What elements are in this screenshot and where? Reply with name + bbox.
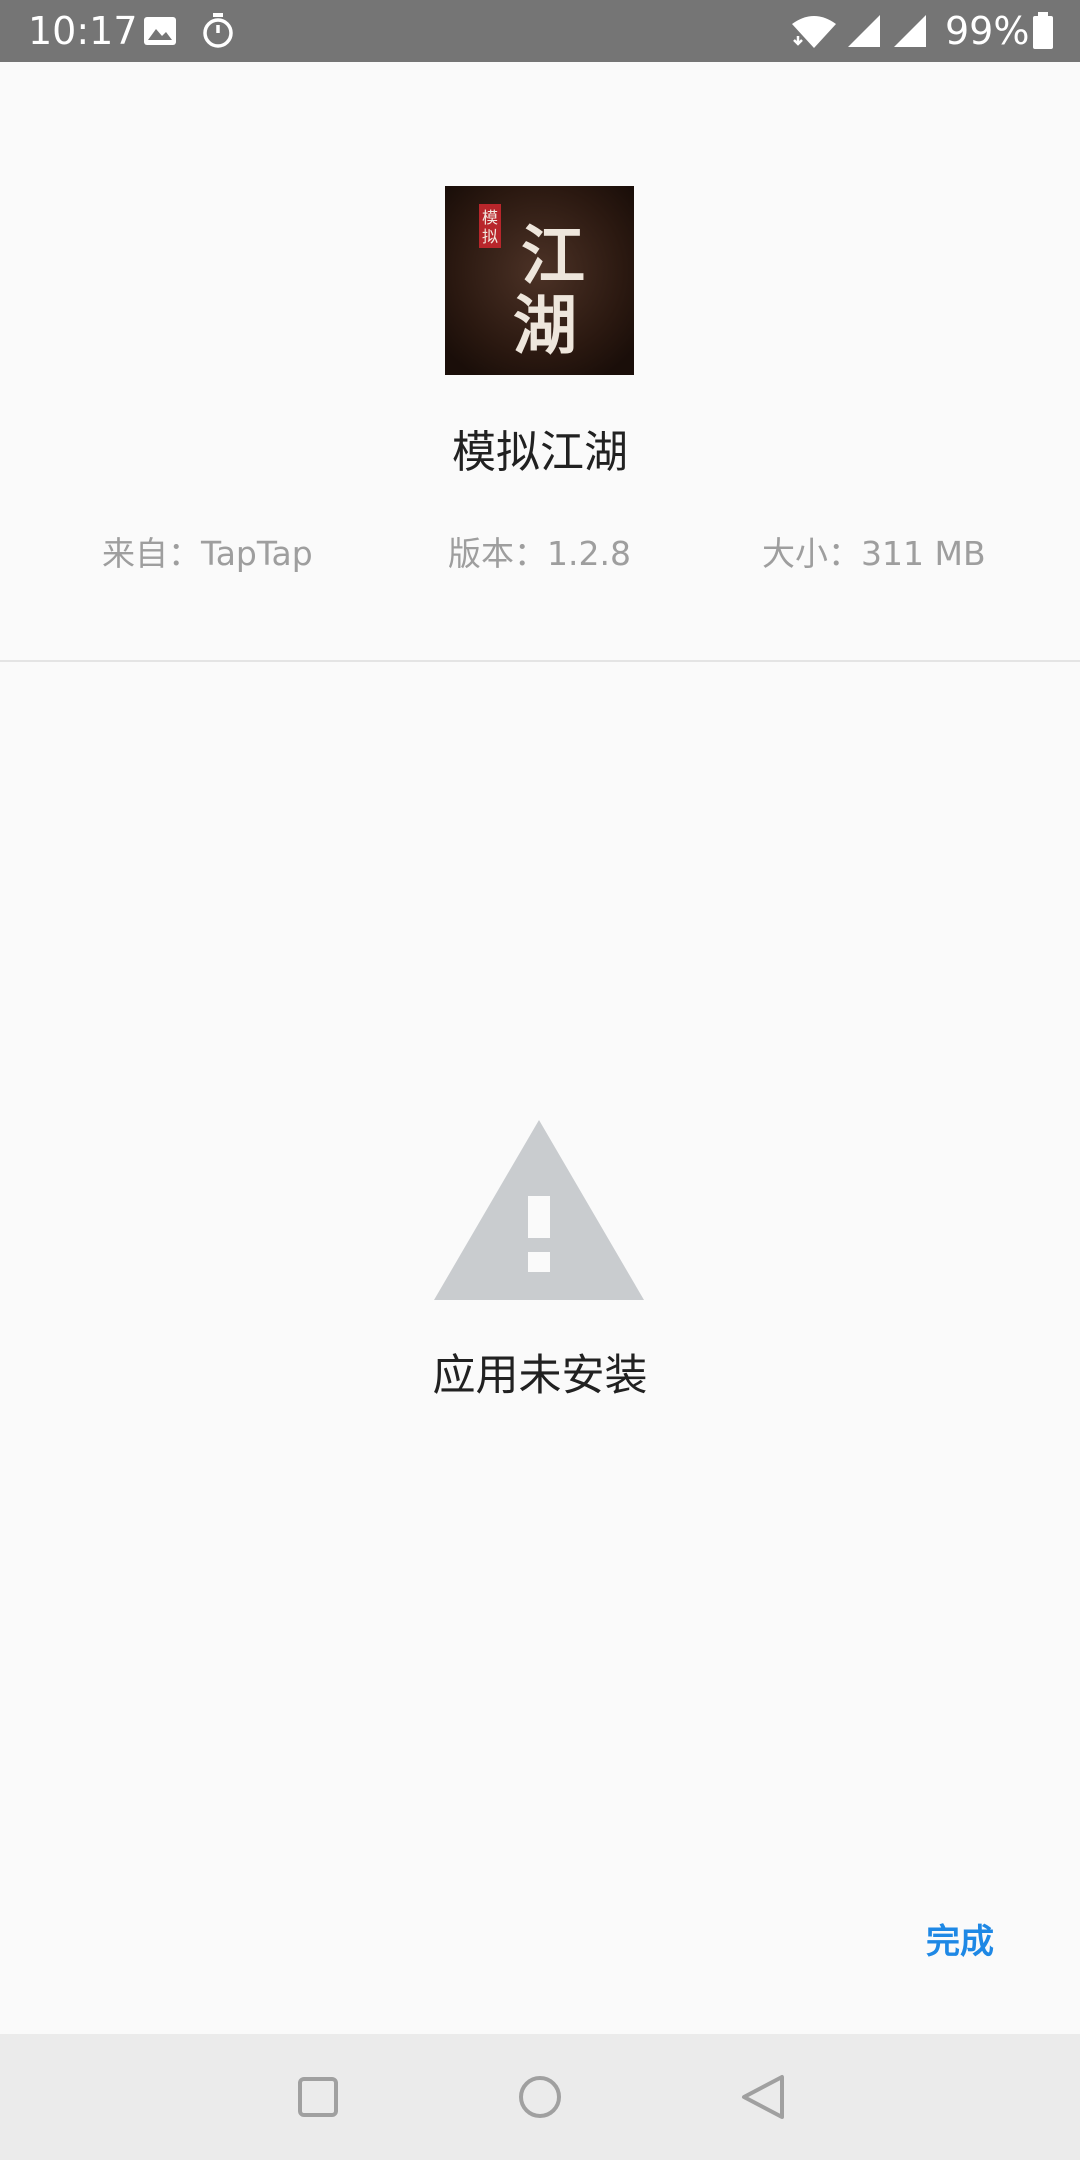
status-bar: 10:17 99%	[0, 0, 1080, 62]
back-icon[interactable]	[722, 2057, 802, 2137]
recents-icon[interactable]	[278, 2057, 358, 2137]
home-icon[interactable]	[500, 2057, 580, 2137]
navigation-bar	[0, 2034, 1080, 2160]
battery-icon	[1032, 12, 1054, 54]
app-icon-seal-top: 模	[482, 208, 498, 227]
app-icon-char-hu: 湖	[513, 289, 577, 364]
warning-icon	[432, 1118, 646, 1302]
image-icon	[143, 16, 177, 50]
app-source: 来自：TapTap	[102, 534, 313, 573]
signal-icon	[846, 14, 882, 52]
done-button[interactable]: 完成	[900, 1910, 1020, 1974]
app-icon: 模 拟 江 湖	[445, 186, 634, 375]
battery-percent: 99%	[945, 9, 1030, 53]
divider	[0, 660, 1080, 662]
timer-icon	[200, 12, 236, 54]
wifi-icon	[790, 14, 838, 54]
app-name: 模拟江湖	[452, 427, 628, 478]
install-result-message: 应用未安装	[432, 1351, 648, 1401]
app-version: 版本：1.2.8	[448, 534, 631, 573]
app-icon-seal-bottom: 拟	[482, 227, 498, 246]
status-time: 10:17	[28, 9, 138, 53]
app-icon-char-jiang: 江	[521, 219, 585, 294]
app-meta-row: 来自：TapTap 版本：1.2.8 大小：311 MB	[0, 530, 1080, 578]
installer-screen: 10:17 99% 模 拟 江 湖 模拟江湖 来自：TapTap 版本：1.2.…	[0, 0, 1080, 2160]
signal-icon	[892, 14, 928, 52]
app-size: 大小：311 MB	[762, 534, 986, 573]
